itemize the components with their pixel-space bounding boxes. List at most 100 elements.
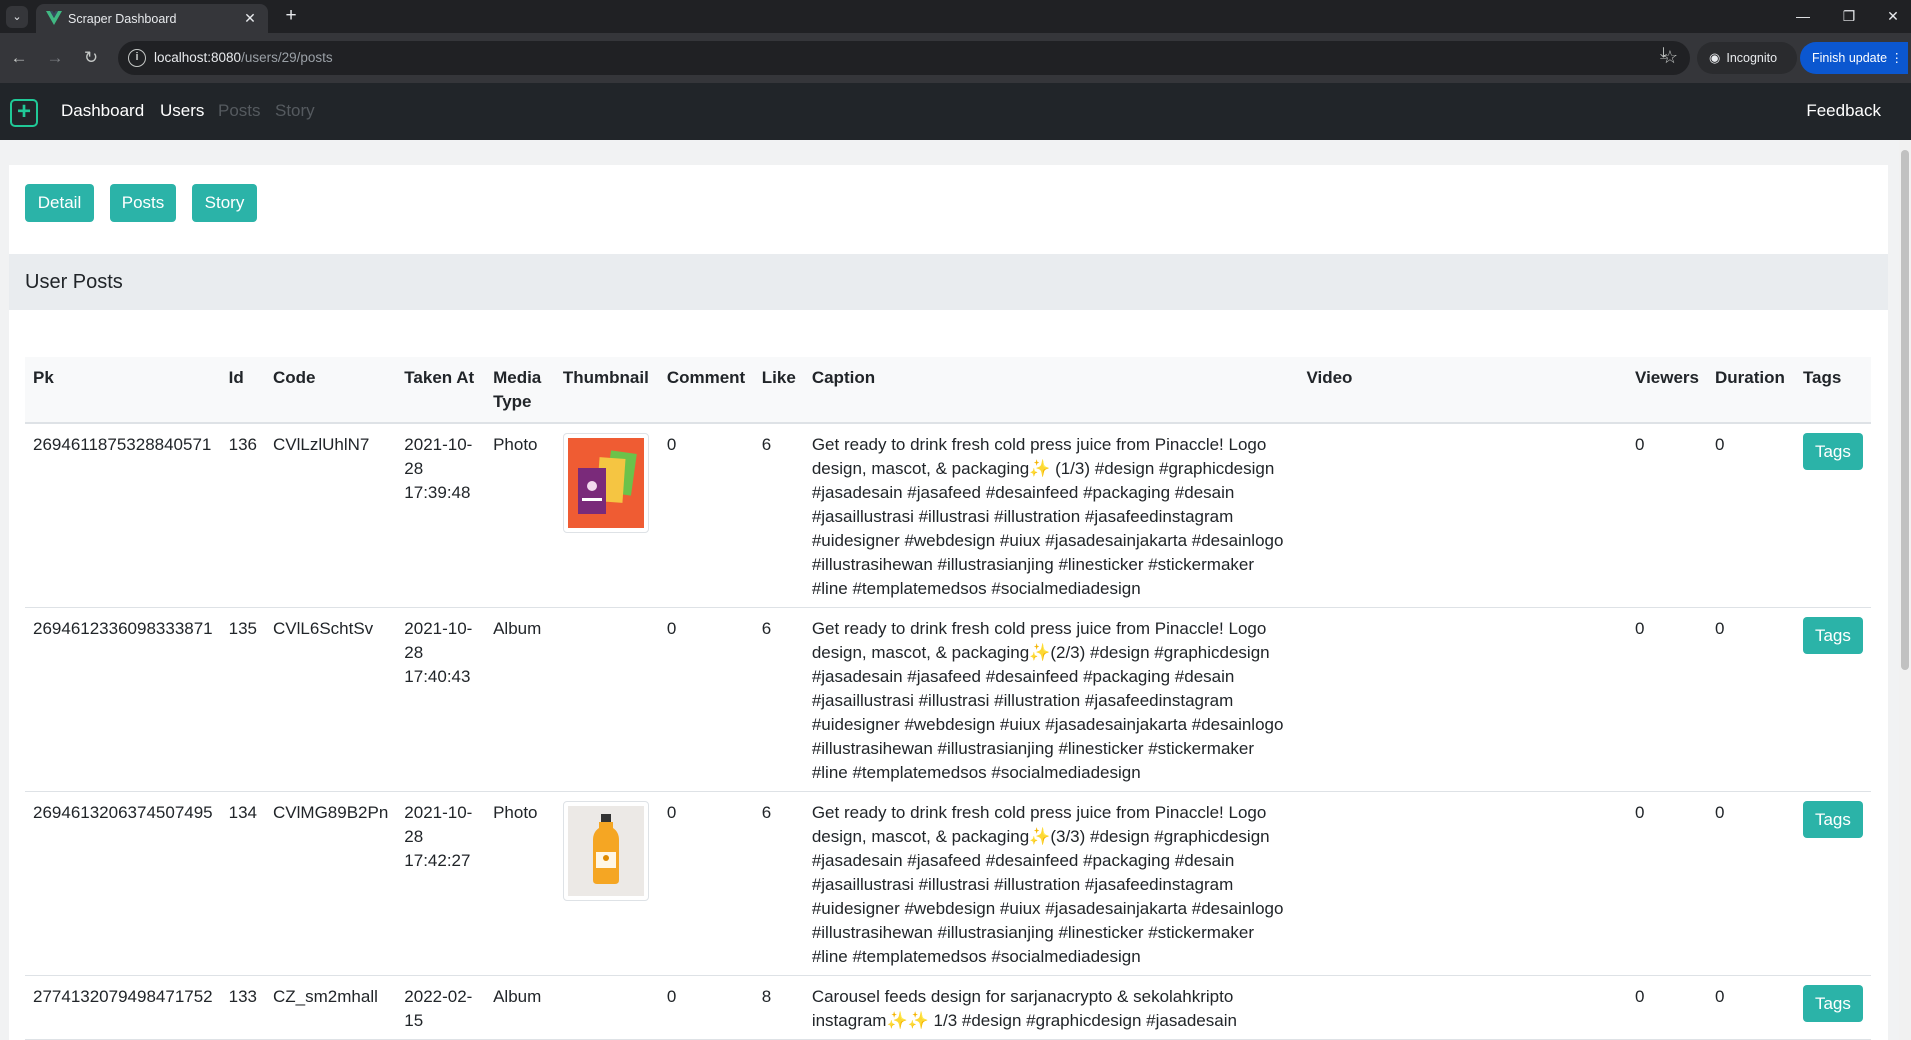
cell-media-type: Photo bbox=[485, 791, 555, 976]
page-scrollbar[interactable] bbox=[1899, 140, 1911, 1040]
cell-comment: 0 bbox=[658, 975, 754, 1040]
cell-thumbnail bbox=[554, 607, 659, 792]
section-title: User Posts bbox=[25, 271, 123, 293]
nav-story[interactable]: Story bbox=[275, 101, 315, 121]
back-icon[interactable]: ← bbox=[6, 45, 32, 71]
cell-caption: Carousel feeds design for sarjanacrypto … bbox=[803, 975, 1299, 1040]
cell-tags: Tags bbox=[1794, 607, 1871, 792]
cell-pk: 2694613206374507495 bbox=[25, 791, 221, 976]
thumbnail-packaging-image bbox=[567, 438, 644, 528]
url-path: /users/29/posts bbox=[241, 50, 333, 65]
header-viewers: Viewers bbox=[1635, 368, 1700, 387]
cell-video bbox=[1298, 607, 1628, 792]
header-duration: Duration bbox=[1715, 368, 1785, 387]
browser-tab[interactable]: Scraper Dashboard ✕ bbox=[36, 4, 268, 33]
juice-bottle-graphic bbox=[592, 814, 619, 884]
cell-like: 6 bbox=[753, 607, 804, 792]
thumbnail-bottle-image bbox=[567, 806, 644, 896]
cell-thumbnail bbox=[554, 791, 659, 976]
cell-thumbnail bbox=[554, 423, 659, 608]
cell-id: 136 bbox=[220, 423, 266, 608]
finish-update-label: Finish update bbox=[1812, 51, 1888, 65]
packaging-graphic bbox=[577, 450, 637, 514]
table-row: 2694611875328840571 136 CVlLzlUhlN7 2021… bbox=[25, 423, 1871, 608]
app-navbar: + Dashboard Users Posts Story Feedback bbox=[0, 83, 1911, 140]
brand-logo-icon[interactable]: + bbox=[10, 99, 38, 127]
cell-media-type: Photo bbox=[485, 423, 555, 608]
detail-button[interactable]: Detail bbox=[25, 184, 94, 222]
header-like: Like bbox=[761, 368, 796, 387]
url-host: localhost:8080 bbox=[154, 50, 242, 65]
cell-video bbox=[1298, 791, 1628, 976]
forward-icon[interactable]: → bbox=[42, 45, 68, 71]
thumbnail-image[interactable] bbox=[562, 433, 649, 533]
url-text[interactable]: localhost:8080/users/29/posts bbox=[154, 50, 333, 65]
cell-duration: 0 bbox=[1707, 975, 1795, 1040]
cell-duration: 0 bbox=[1707, 423, 1795, 608]
tab-close-icon[interactable]: ✕ bbox=[240, 8, 260, 28]
window-close-icon[interactable]: ✕ bbox=[1878, 4, 1908, 28]
header-pk: Pk bbox=[33, 368, 54, 387]
table-row: 2694613206374507495 134 CVlMG89B2Pn 2021… bbox=[25, 791, 1871, 976]
cell-tags: Tags bbox=[1794, 423, 1871, 608]
thumbnail-image[interactable] bbox=[562, 801, 649, 901]
kebab-menu-icon: ⋮ bbox=[1890, 51, 1904, 65]
cell-comment: 0 bbox=[658, 423, 754, 608]
nav-feedback[interactable]: Feedback bbox=[1806, 101, 1881, 121]
header-thumbnail: Thumbnail bbox=[562, 368, 649, 387]
restore-icon[interactable]: ❐ bbox=[1834, 4, 1864, 28]
cell-code: CVlLzlUhlN7 bbox=[265, 423, 397, 608]
table-row: 2694612336098333871 135 CVlL6SchtSv 2021… bbox=[25, 607, 1871, 792]
finish-update-button[interactable]: Finish update ⋮ bbox=[1800, 42, 1908, 74]
incognito-icon: ◉ bbox=[1709, 50, 1721, 65]
header-comment: Comment bbox=[666, 368, 746, 387]
story-button[interactable]: Story bbox=[192, 184, 257, 222]
reload-icon[interactable]: ↻ bbox=[78, 45, 104, 71]
header-id: Id bbox=[228, 368, 244, 387]
tab-title: Scraper Dashboard bbox=[68, 12, 177, 26]
tags-button[interactable]: Tags bbox=[1802, 801, 1863, 838]
tab-search-chevron-icon[interactable]: ⌄ bbox=[6, 6, 28, 28]
nav-posts[interactable]: Posts bbox=[218, 101, 261, 121]
minimize-icon[interactable]: — bbox=[1788, 4, 1818, 28]
browser-toolbar: ← → ↻ i localhost:8080/users/29/posts ☆ … bbox=[0, 33, 1911, 83]
cell-code: CZ_sm2mhall bbox=[265, 975, 397, 1040]
posts-table: Pk Id Code Taken At Media Type Thumbnail… bbox=[25, 357, 1871, 1040]
cell-pk: 2694611875328840571 bbox=[25, 423, 221, 608]
header-taken-at: Taken At bbox=[404, 368, 475, 387]
cell-id: 135 bbox=[220, 607, 266, 792]
cell-code: CVlL6SchtSv bbox=[265, 607, 397, 792]
cell-viewers: 0 bbox=[1627, 975, 1708, 1040]
cell-taken-at: 2021-10-28 17:40:43 bbox=[396, 607, 486, 792]
cell-tags: Tags bbox=[1794, 975, 1871, 1040]
cell-caption: Get ready to drink fresh cold press juic… bbox=[803, 791, 1299, 976]
cell-video bbox=[1298, 975, 1628, 1040]
scrollbar-thumb[interactable] bbox=[1901, 150, 1909, 670]
address-bar[interactable]: i localhost:8080/users/29/posts ☆ bbox=[118, 41, 1690, 75]
cell-pk: 2694612336098333871 bbox=[25, 607, 221, 792]
nav-users[interactable]: Users bbox=[160, 101, 204, 121]
cell-like: 6 bbox=[753, 423, 804, 608]
tags-button[interactable]: Tags bbox=[1802, 433, 1863, 470]
cell-taken-at: 2021-10-28 17:39:48 bbox=[396, 423, 486, 608]
cell-viewers: 0 bbox=[1627, 607, 1708, 792]
site-info-icon[interactable]: i bbox=[128, 49, 146, 67]
section-header: User Posts bbox=[9, 254, 1888, 310]
download-icon[interactable]: ⤓ bbox=[1660, 45, 1667, 63]
cell-thumbnail bbox=[554, 975, 659, 1040]
cell-viewers: 0 bbox=[1627, 791, 1708, 976]
incognito-indicator[interactable]: ◉ Incognito bbox=[1697, 42, 1797, 74]
cell-viewers: 0 bbox=[1627, 423, 1708, 608]
table-row: 2774132079498471752 133 CZ_sm2mhall 2022… bbox=[25, 975, 1871, 1040]
posts-button[interactable]: Posts bbox=[110, 184, 176, 222]
cell-code: CVlMG89B2Pn bbox=[265, 791, 397, 976]
cell-id: 133 bbox=[220, 975, 266, 1040]
nav-dashboard[interactable]: Dashboard bbox=[61, 101, 144, 121]
header-tags: Tags bbox=[1802, 368, 1842, 387]
tags-button[interactable]: Tags bbox=[1802, 617, 1863, 654]
new-tab-icon[interactable]: + bbox=[280, 6, 302, 28]
header-code: Code bbox=[273, 368, 316, 387]
cell-duration: 0 bbox=[1707, 791, 1795, 976]
tags-button[interactable]: Tags bbox=[1802, 985, 1863, 1022]
cell-caption: Get ready to drink fresh cold press juic… bbox=[803, 607, 1299, 792]
